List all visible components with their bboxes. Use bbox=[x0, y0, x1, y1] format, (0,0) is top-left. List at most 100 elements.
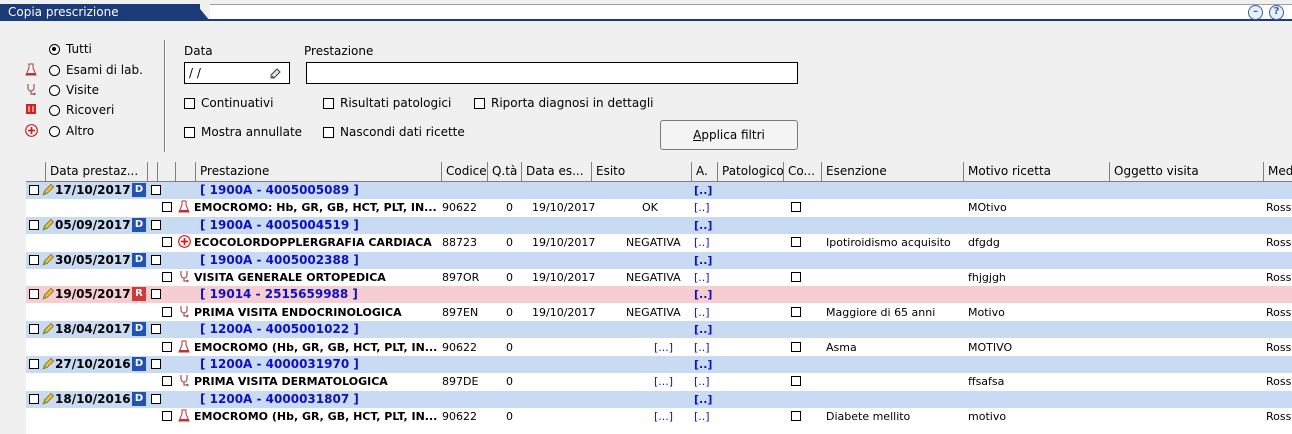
detail-row[interactable]: EMOCROMO (Hb, GR, GB, HCT, PLT, IN... 906… bbox=[26, 338, 1292, 356]
pencil-icon[interactable] bbox=[41, 392, 55, 406]
radio-button[interactable] bbox=[49, 104, 60, 116]
attachment-link[interactable]: [..] bbox=[694, 339, 710, 356]
nascondi-dati-checkbox[interactable]: Nascondi dati ricette bbox=[323, 125, 465, 139]
attachment-link[interactable]: [..] bbox=[694, 217, 712, 234]
cronico-checkbox[interactable] bbox=[791, 411, 801, 422]
row-checkbox[interactable] bbox=[162, 272, 172, 282]
radio-tutti[interactable]: Tutti bbox=[24, 39, 92, 59]
detail-row[interactable]: VISITA GENERALE ORTOPEDICA 897OR 0 19/10/20… bbox=[26, 269, 1292, 286]
group-row[interactable]: 18/10/2016 D [ 1200A - 4000031807 ] [..] bbox=[26, 390, 1292, 408]
column-header-blank[interactable] bbox=[176, 162, 196, 181]
row-checkbox[interactable] bbox=[162, 306, 172, 317]
attachment-link[interactable]: [..] bbox=[694, 321, 712, 338]
date-field[interactable]: / / bbox=[184, 62, 290, 84]
riporta-diagnosi-checkbox[interactable]: Riporta diagnosi in dettagli bbox=[474, 96, 654, 110]
group-checkbox[interactable] bbox=[151, 289, 161, 300]
cronico-checkbox[interactable] bbox=[791, 272, 801, 282]
column-header[interactable]: Codice bbox=[442, 162, 488, 181]
group-checkbox[interactable] bbox=[151, 393, 161, 404]
attachment-link[interactable]: [..] bbox=[694, 304, 710, 321]
minimize-icon[interactable]: – bbox=[1248, 5, 1263, 20]
group-row[interactable]: 17/10/2017 D [ 1900A - 4005005089 ] [..] bbox=[26, 182, 1292, 199]
column-header[interactable]: Medi bbox=[1264, 162, 1292, 181]
mostra-annullate-checkbox[interactable]: Mostra annullate bbox=[184, 125, 302, 139]
attachment-link[interactable]: [..] bbox=[694, 234, 710, 251]
row-checkbox[interactable] bbox=[29, 219, 39, 230]
group-checkbox[interactable] bbox=[151, 324, 161, 335]
radio-button[interactable] bbox=[49, 125, 60, 137]
cronico-checkbox[interactable] bbox=[791, 376, 801, 387]
radio-button[interactable] bbox=[49, 64, 60, 76]
detail-row[interactable]: EMOCROMO (Hb, GR, GB, HCT, PLT, IN... 906… bbox=[26, 408, 1292, 426]
attachment-link[interactable]: [..] bbox=[694, 356, 712, 373]
attachment-link[interactable]: [..] bbox=[694, 391, 712, 408]
row-checkbox[interactable] bbox=[162, 202, 172, 213]
checkbox-box[interactable] bbox=[474, 97, 485, 109]
detail-row[interactable]: ECOCOLORDOPPLERGRAFIA CARDIACA 88723 0 19/1… bbox=[26, 234, 1292, 252]
attachment-link[interactable]: [..] bbox=[694, 286, 712, 303]
esito[interactable]: [...] bbox=[654, 339, 673, 356]
cronico-checkbox[interactable] bbox=[791, 237, 801, 248]
pencil-icon[interactable] bbox=[41, 253, 55, 267]
calendar-icon[interactable] bbox=[269, 66, 283, 86]
row-checkbox[interactable] bbox=[29, 185, 39, 195]
row-checkbox[interactable] bbox=[29, 254, 39, 265]
group-row[interactable]: 05/09/2017 D [ 1900A - 4005004519 ] [..] bbox=[26, 216, 1292, 234]
checkbox-box[interactable] bbox=[323, 97, 334, 109]
row-checkbox[interactable] bbox=[162, 237, 172, 248]
group-checkbox[interactable] bbox=[151, 359, 161, 369]
detail-row[interactable]: PRIMA VISITA DERMATOLOGICA 897DE 0 [...] [..… bbox=[26, 373, 1292, 391]
pencil-icon[interactable] bbox=[41, 218, 55, 232]
row-checkbox[interactable] bbox=[29, 359, 39, 369]
cronico-checkbox[interactable] bbox=[791, 202, 801, 213]
column-header[interactable]: Esito bbox=[592, 162, 692, 181]
group-checkbox[interactable] bbox=[151, 254, 161, 265]
column-header[interactable]: Data prestaz... bbox=[46, 162, 148, 181]
checkbox-box[interactable] bbox=[323, 126, 334, 138]
continuativi-checkbox[interactable]: Continuativi bbox=[184, 96, 273, 110]
row-checkbox[interactable] bbox=[162, 376, 172, 387]
column-header[interactable]: Prestazione bbox=[196, 162, 442, 181]
cronico-checkbox[interactable] bbox=[791, 306, 801, 317]
row-checkbox[interactable] bbox=[162, 341, 172, 352]
prestazione-input[interactable] bbox=[306, 62, 798, 84]
column-header[interactable]: Q.tà bbox=[488, 162, 522, 181]
risultati-patologici-checkbox[interactable]: Risultati patologici bbox=[323, 96, 451, 110]
column-header[interactable]: Esenzione bbox=[822, 162, 964, 181]
pencil-icon[interactable] bbox=[41, 357, 55, 371]
column-header-blank[interactable] bbox=[26, 162, 46, 181]
column-header-blank[interactable] bbox=[148, 162, 158, 181]
column-header-blank[interactable] bbox=[158, 162, 176, 181]
radio-button[interactable] bbox=[49, 84, 60, 96]
cronico-checkbox[interactable] bbox=[791, 341, 801, 352]
help-icon[interactable]: ? bbox=[1269, 5, 1284, 20]
attachment-link[interactable]: [..] bbox=[694, 199, 710, 216]
group-row[interactable]: 27/10/2016 D [ 1200A - 4000031970 ] [..] bbox=[26, 356, 1292, 373]
group-row[interactable]: 19/05/2017 R [ 19014 - 2515659988 ] [..] bbox=[26, 286, 1292, 304]
radio-esami[interactable]: Esami di lab. bbox=[24, 60, 143, 80]
group-checkbox[interactable] bbox=[151, 219, 161, 230]
detail-row[interactable]: EMOCROMO: Hb, GR, GB, HCT, PLT, IN... 906… bbox=[26, 199, 1292, 217]
column-header[interactable]: Data es... bbox=[522, 162, 592, 181]
column-header[interactable]: Oggetto visita bbox=[1110, 162, 1264, 181]
row-checkbox[interactable] bbox=[29, 289, 39, 300]
group-row[interactable]: 30/05/2017 D [ 1900A - 4005002388 ] [..] bbox=[26, 251, 1292, 269]
row-checkbox[interactable] bbox=[29, 393, 39, 404]
attachment-link[interactable]: [..] bbox=[694, 269, 710, 286]
radio-altro[interactable]: Altro bbox=[24, 121, 94, 141]
checkbox-box[interactable] bbox=[184, 97, 195, 109]
attachment-link[interactable]: [..] bbox=[694, 252, 712, 269]
pencil-icon[interactable] bbox=[41, 322, 55, 336]
pencil-icon[interactable] bbox=[41, 183, 55, 197]
column-header[interactable]: Co... bbox=[784, 162, 822, 181]
attachment-link[interactable]: [..] bbox=[694, 408, 710, 425]
pencil-icon[interactable] bbox=[41, 287, 55, 301]
group-row[interactable]: 18/04/2017 D [ 1200A - 4005001022 ] [..] bbox=[26, 321, 1292, 339]
attachment-link[interactable]: [..] bbox=[694, 373, 710, 390]
esito[interactable]: [...] bbox=[654, 373, 673, 390]
attachment-link[interactable]: [..] bbox=[694, 182, 712, 199]
row-checkbox[interactable] bbox=[162, 411, 172, 422]
radio-visite[interactable]: Visite bbox=[24, 80, 99, 100]
radio-button[interactable] bbox=[49, 43, 60, 55]
group-checkbox[interactable] bbox=[151, 185, 161, 195]
